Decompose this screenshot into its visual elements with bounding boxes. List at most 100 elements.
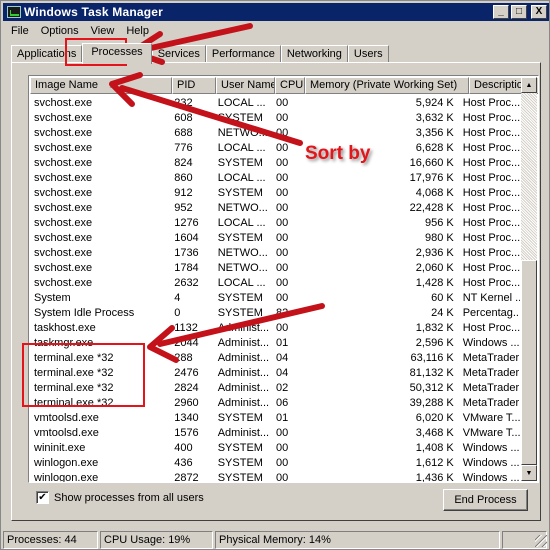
process-name: svchost.exe — [34, 126, 93, 139]
process-description: Percentag... — [462, 306, 520, 319]
process-cpu: 01 — [276, 336, 289, 349]
show-all-users-option[interactable]: ✔ Show processes from all users — [36, 491, 204, 504]
tab-users[interactable]: Users — [347, 45, 389, 63]
process-user: NETWO... — [217, 246, 268, 259]
process-user: Administ... — [217, 366, 270, 379]
process-user: NETWO... — [217, 126, 268, 139]
process-name: terminal.exe *32 — [34, 396, 114, 409]
process-row[interactable]: terminal.exe *32 2960 Administ... 06 39,288 … — [30, 395, 520, 410]
process-pid: 436 — [174, 456, 193, 469]
process-pid: 860 — [174, 171, 193, 184]
process-pid: 1276 — [174, 216, 199, 229]
process-pid: 2632 — [174, 276, 199, 289]
process-name: taskmgr.exe — [34, 336, 94, 349]
process-name: taskhost.exe — [34, 321, 96, 334]
process-row[interactable]: System 4 SYSTEM 00 60 K NT Kernel ... — [30, 290, 520, 305]
process-pid: 912 — [174, 186, 193, 199]
process-memory: 2,060 K — [415, 261, 454, 274]
process-row[interactable]: svchost.exe 824 SYSTEM 00 16,660 K Host Proc.… — [30, 155, 520, 170]
process-row[interactable]: winlogon.exe 436 SYSTEM 00 1,612 K Windows ..… — [30, 455, 520, 470]
process-row[interactable]: svchost.exe 1604 SYSTEM 00 980 K Host Proc... — [30, 230, 520, 245]
process-row[interactable]: svchost.exe 688 NETWO... 00 3,356 K Host Proc… — [30, 125, 520, 140]
process-memory: 3,468 K — [415, 426, 454, 439]
resize-grip[interactable] — [535, 535, 547, 547]
column-header-memory[interactable]: Memory (Private Working Set) — [305, 77, 469, 94]
process-row[interactable]: vmtoolsd.exe 1576 Administ... 00 3,468 K VMwa… — [30, 425, 520, 440]
column-header-image-name[interactable]: Image Name ▲ — [30, 77, 172, 94]
process-list[interactable]: Image Name ▲ PID User Name CPU Memory (Pr… — [28, 75, 539, 483]
tab-networking[interactable]: Networking — [280, 45, 348, 63]
process-row[interactable]: svchost.exe 1276 LOCAL ... 00 956 K Host Proc… — [30, 215, 520, 230]
process-user: Administ... — [217, 426, 270, 439]
process-description: MetaTrader — [462, 381, 520, 394]
process-description: Windows ... — [462, 471, 520, 483]
process-cpu: 00 — [276, 216, 289, 229]
menu-file[interactable]: File — [5, 25, 35, 37]
status-cpu-usage: CPU Usage: 19% — [100, 531, 213, 549]
process-row[interactable]: svchost.exe 608 SYSTEM 00 3,632 K Host Proc..… — [30, 110, 520, 125]
close-button[interactable]: X — [531, 5, 547, 19]
show-all-users-checkbox[interactable]: ✔ — [36, 491, 49, 504]
vertical-scrollbar[interactable]: ▲ ▼ — [521, 77, 537, 481]
column-header-cpu[interactable]: CPU — [275, 77, 305, 94]
process-row[interactable]: taskmgr.exe 2044 Administ... 01 2,596 K Windo… — [30, 335, 520, 350]
menu-options[interactable]: Options — [35, 25, 85, 37]
process-row[interactable]: System Idle Process 0 SYSTEM 82 24 K Percenta… — [30, 305, 520, 320]
process-row[interactable]: terminal.exe *32 288 Administ... 04 63,116 K… — [30, 350, 520, 365]
scroll-up-button[interactable]: ▲ — [521, 77, 537, 93]
process-cpu: 06 — [276, 396, 289, 409]
column-header-row: Image Name ▲ PID User Name CPU Memory (Pr… — [30, 77, 538, 94]
minimize-button[interactable]: _ — [493, 5, 509, 19]
scrollbar-thumb[interactable] — [521, 260, 537, 465]
process-name: svchost.exe — [34, 246, 93, 259]
end-process-button[interactable]: End Process — [443, 489, 528, 511]
process-memory: 39,288 K — [409, 396, 454, 409]
title-bar[interactable]: Windows Task Manager _ □ X — [3, 3, 549, 21]
show-all-users-label[interactable]: Show processes from all users — [54, 492, 204, 504]
window-title: Windows Task Manager — [24, 5, 164, 19]
process-pid: 608 — [174, 111, 193, 124]
process-description: Host Proc... — [462, 96, 520, 109]
process-cpu: 00 — [276, 261, 289, 274]
process-row[interactable]: svchost.exe 952 NETWO... 00 22,428 K Host Pro… — [30, 200, 520, 215]
tab-processes[interactable]: Processes — [82, 43, 152, 64]
process-name: vmtoolsd.exe — [34, 411, 99, 424]
menu-view[interactable]: View — [85, 25, 121, 37]
process-row[interactable]: svchost.exe 860 LOCAL ... 00 17,976 K Host Pr… — [30, 170, 520, 185]
column-header-pid[interactable]: PID — [172, 77, 216, 94]
scroll-down-button[interactable]: ▼ — [521, 465, 537, 481]
process-pid: 688 — [174, 126, 193, 139]
tab-services[interactable]: Services — [151, 45, 206, 63]
process-pid: 1784 — [174, 261, 199, 274]
process-row[interactable]: wininit.exe 400 SYSTEM 00 1,408 K Windows ... — [30, 440, 520, 455]
menu-help[interactable]: Help — [120, 25, 155, 37]
process-user: SYSTEM — [217, 156, 263, 169]
process-user: SYSTEM — [217, 291, 263, 304]
process-pid: 0 — [174, 306, 181, 319]
maximize-button[interactable]: □ — [511, 5, 527, 19]
process-user: SYSTEM — [217, 411, 263, 424]
process-row[interactable]: svchost.exe 2632 LOCAL ... 00 1,428 K Host Pr… — [30, 275, 520, 290]
process-row[interactable]: taskhost.exe 1132 Administ... 00 1,832 K Host… — [30, 320, 520, 335]
tab-performance[interactable]: Performance — [205, 45, 281, 63]
process-row[interactable]: svchost.exe 1736 NETWO... 00 2,936 K Host Pro… — [30, 245, 520, 260]
process-description: Host Proc... — [462, 156, 520, 169]
process-name: System Idle Process — [34, 306, 135, 319]
process-description: Windows ... — [462, 441, 520, 454]
process-row[interactable]: svchost.exe 1784 NETWO... 00 2,060 K Host Pro… — [30, 260, 520, 275]
tab-applications[interactable]: Applications — [11, 45, 83, 63]
process-row[interactable]: svchost.exe 232 LOCAL ... 00 5,924 K Host Pro… — [30, 95, 520, 110]
process-memory: 980 K — [424, 231, 454, 244]
process-row[interactable]: winlogon.exe 2872 SYSTEM 00 1,436 K Windows .… — [30, 470, 520, 483]
process-row[interactable]: svchost.exe 776 LOCAL ... 00 6,628 K Host Pro… — [30, 140, 520, 155]
process-row[interactable]: vmtoolsd.exe 1340 SYSTEM 01 6,020 K VMware T.… — [30, 410, 520, 425]
process-cpu: 04 — [276, 366, 289, 379]
process-cpu: 00 — [276, 171, 289, 184]
process-pid: 776 — [174, 141, 193, 154]
process-user: SYSTEM — [217, 441, 263, 454]
column-header-user-name[interactable]: User Name — [216, 77, 275, 94]
process-row[interactable]: terminal.exe *32 2476 Administ... 04 81,132 … — [30, 365, 520, 380]
process-user: SYSTEM — [217, 111, 263, 124]
process-row[interactable]: terminal.exe *32 2824 Administ... 02 50,312 … — [30, 380, 520, 395]
process-row[interactable]: svchost.exe 912 SYSTEM 00 4,068 K Host Proc..… — [30, 185, 520, 200]
